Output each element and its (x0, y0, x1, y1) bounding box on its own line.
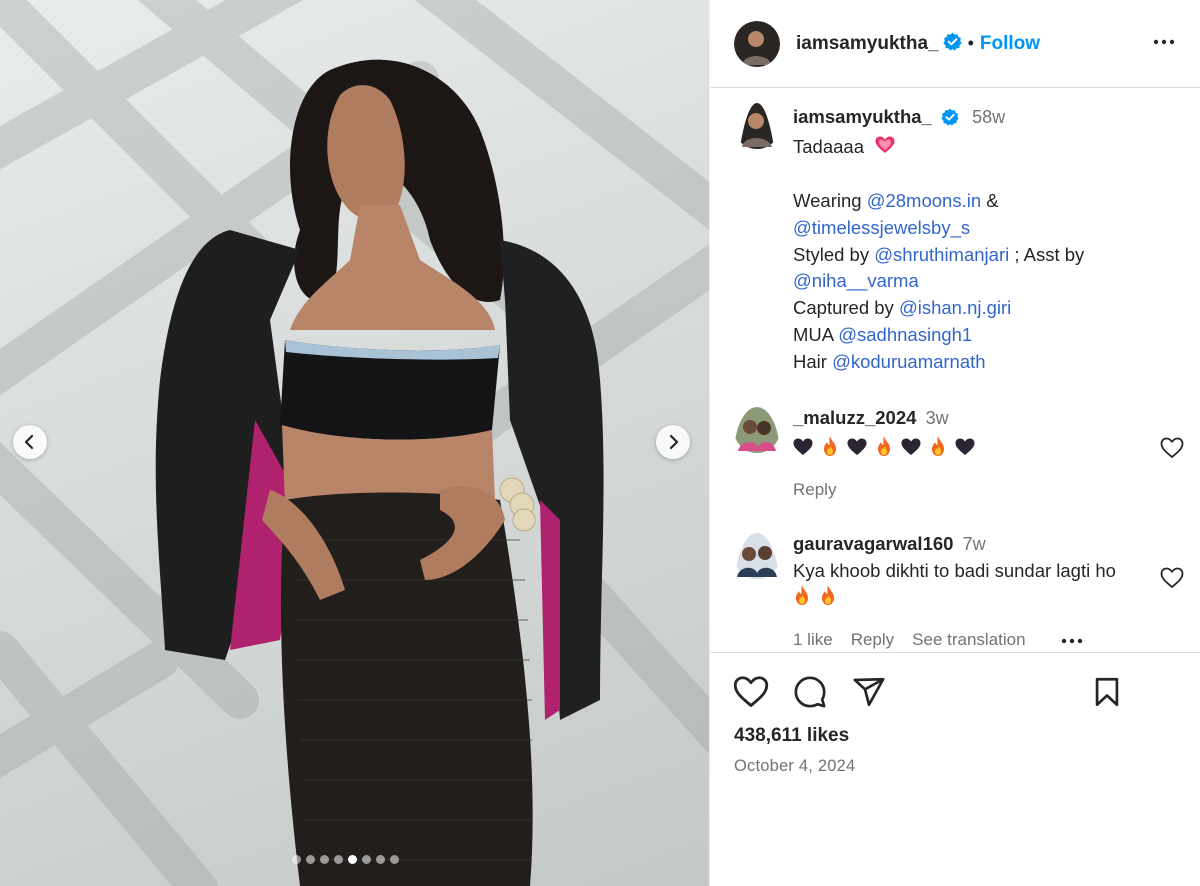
comment-item: _maluzz_2024 3w Reply (734, 407, 1184, 503)
verified-badge-icon (942, 32, 962, 56)
post-actions: 438,611 likes October 4, 2024 (710, 652, 1200, 886)
comment-options-button[interactable] (1060, 627, 1084, 652)
post-header: iamsamyuktha_ • Follow (710, 0, 1200, 88)
comment-username[interactable]: _maluzz_2024 (793, 407, 916, 428)
like-button[interactable] (733, 675, 769, 714)
share-button[interactable] (851, 675, 887, 714)
fire-emoji-icon (819, 584, 837, 613)
next-slide-button[interactable] (656, 425, 690, 459)
avatar[interactable] (734, 407, 780, 503)
fire-emoji-icon (875, 435, 893, 464)
post-media[interactable] (0, 0, 709, 886)
follow-button[interactable]: Follow (980, 33, 1040, 55)
previous-slide-button[interactable] (13, 425, 47, 459)
like-comment-button[interactable] (1160, 437, 1184, 464)
post-side-panel: iamsamyuktha_ • Follow iamsamyuktha_ 58w… (709, 0, 1200, 886)
carousel-dot (362, 855, 371, 864)
black-heart-emoji-icon (793, 437, 813, 463)
comment-username[interactable]: gauravagarwal160 (793, 533, 953, 554)
caption-text: MUA (793, 324, 839, 346)
more-horizontal-icon (1061, 638, 1082, 644)
avatar[interactable] (734, 533, 780, 652)
black-heart-emoji-icon (847, 437, 867, 463)
post-photo (0, 0, 709, 886)
caption-timestamp[interactable]: 58w (972, 107, 1005, 127)
carousel-dot (334, 855, 343, 864)
comment-timestamp[interactable]: 7w (963, 534, 986, 554)
fire-emoji-icon (929, 435, 947, 464)
paper-plane-icon (853, 677, 885, 707)
mention-link[interactable]: @timelessjewelsby_s (793, 217, 970, 238)
mention-link[interactable]: @ishan.nj.giri (899, 297, 1011, 318)
comment-button[interactable] (793, 675, 827, 714)
heart-outline-icon (1160, 567, 1184, 588)
heart-outline-icon (733, 676, 769, 707)
fire-emoji-icon (793, 584, 811, 613)
carousel-dot (306, 855, 315, 864)
mention-link[interactable]: @sadhnasingh1 (838, 324, 972, 345)
heart-emoji-icon (875, 135, 895, 162)
comment-likes-count[interactable]: 1 like (793, 627, 833, 652)
save-button[interactable] (1090, 675, 1124, 714)
more-horizontal-icon (1153, 39, 1175, 45)
caption-text: Hair (793, 350, 833, 372)
caption-username[interactable]: iamsamyuktha_ (793, 106, 932, 127)
author-username[interactable]: iamsamyuktha_ (796, 33, 939, 55)
reply-button[interactable]: Reply (851, 627, 894, 652)
caption-text: Wearing (793, 190, 867, 212)
avatar[interactable] (734, 103, 780, 376)
carousel-dot (390, 855, 399, 864)
fire-emoji-icon (821, 435, 839, 464)
verified-badge-icon (941, 107, 959, 134)
post-date[interactable]: October 4, 2024 (734, 757, 855, 776)
see-translation-button[interactable]: See translation (912, 627, 1025, 652)
chevron-right-icon (669, 434, 679, 450)
caption-text: ; Asst by (1009, 243, 1085, 265)
likes-count[interactable]: 438,611 likes (734, 725, 849, 747)
bookmark-icon (1095, 677, 1119, 707)
caption-text: & (981, 190, 999, 212)
more-options-button[interactable] (1152, 30, 1176, 59)
black-heart-emoji-icon (901, 437, 921, 463)
comment-bubble-icon (794, 676, 826, 708)
comment-emojis (793, 435, 1153, 461)
mention-link[interactable]: @koduruamarnath (832, 351, 986, 372)
mention-link[interactable]: @niha__varma (793, 270, 919, 291)
mention-link[interactable]: @28moons.in (867, 190, 981, 211)
separator-dot: • (967, 33, 974, 53)
chevron-left-icon (24, 434, 34, 450)
black-heart-emoji-icon (955, 437, 975, 463)
carousel-indicator (292, 855, 399, 864)
comment-item: gauravagarwal160 7w Kya khoob dikhti to … (734, 533, 1184, 652)
avatar[interactable] (734, 20, 780, 67)
carousel-dot-active (348, 855, 357, 864)
carousel-dot (292, 855, 301, 864)
reply-button[interactable]: Reply (793, 477, 836, 503)
comment-text: Kya khoob dikhti to badi sundar lagti ho (793, 560, 1116, 581)
caption-text: Captured by (793, 297, 899, 319)
comments-section[interactable]: iamsamyuktha_ 58w Tadaaaa Wearing @28moo… (710, 89, 1200, 652)
post-caption: iamsamyuktha_ 58w Tadaaaa Wearing @28moo… (734, 103, 1084, 376)
carousel-dot (320, 855, 329, 864)
carousel-dot (376, 855, 385, 864)
comment-emojis (793, 585, 845, 607)
like-comment-button[interactable] (1160, 567, 1184, 594)
heart-outline-icon (1160, 437, 1184, 458)
mention-link[interactable]: @shruthimanjari (874, 244, 1009, 265)
comment-timestamp[interactable]: 3w (926, 408, 949, 428)
caption-text: Styled by (793, 243, 875, 265)
caption-text: Tadaaaa (793, 135, 864, 157)
